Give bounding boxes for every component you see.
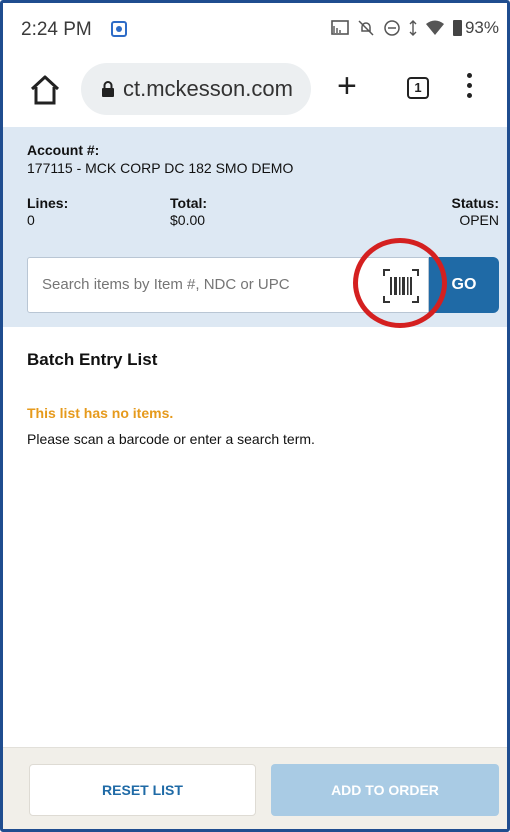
tab-switcher-button[interactable]: 1 [407,77,429,99]
signal-icon [409,20,417,36]
footer-actions: RESET LIST ADD TO ORDER [3,747,507,829]
status-icons: 93% [331,17,499,39]
account-label: Account #: [27,142,100,158]
batch-entry-title: Batch Entry List [27,350,158,369]
dnd-icon [384,20,400,36]
empty-list-message: This list has no items. [27,405,174,421]
battery-percent: 93% [464,18,499,37]
help-message: Please scan a barcode or enter a search … [27,431,315,447]
lines-value: 0 [27,212,35,228]
status-bar: 2:24 PM 93% [3,3,507,53]
cast-icon [331,20,349,35]
battery-indicator: 93% [452,18,499,38]
status-time: 2:24 PM [21,19,92,40]
address-bar[interactable]: ct.mckesson.com [81,63,311,115]
overflow-menu-icon[interactable] [465,73,473,103]
new-tab-button[interactable]: + [337,69,357,103]
home-icon[interactable] [29,75,61,105]
browser-toolbar: ct.mckesson.com + 1 [3,53,507,125]
url-text: ct.mckesson.com [123,76,293,101]
search-input[interactable] [42,276,342,293]
highlight-ring [353,238,447,328]
lock-icon [102,81,114,97]
total-label: Total: [170,195,208,211]
bell-off-icon [358,20,374,36]
device-frame: 2:24 PM 93% ct.mckesson.com + 1 Account … [0,0,510,832]
account-value: 177115 - MCK CORP DC 182 SMO DEMO [27,160,294,176]
total-value: $0.00 [170,212,206,228]
add-to-order-button[interactable]: ADD TO ORDER [271,764,499,816]
quick-app-icon [111,21,127,37]
battery-icon [452,20,462,36]
wifi-icon [425,20,444,35]
reset-list-button[interactable]: RESET LIST [29,764,256,816]
status-label: Status: [451,195,499,211]
lines-label: Lines: [27,195,69,211]
status-value: OPEN [459,212,499,228]
